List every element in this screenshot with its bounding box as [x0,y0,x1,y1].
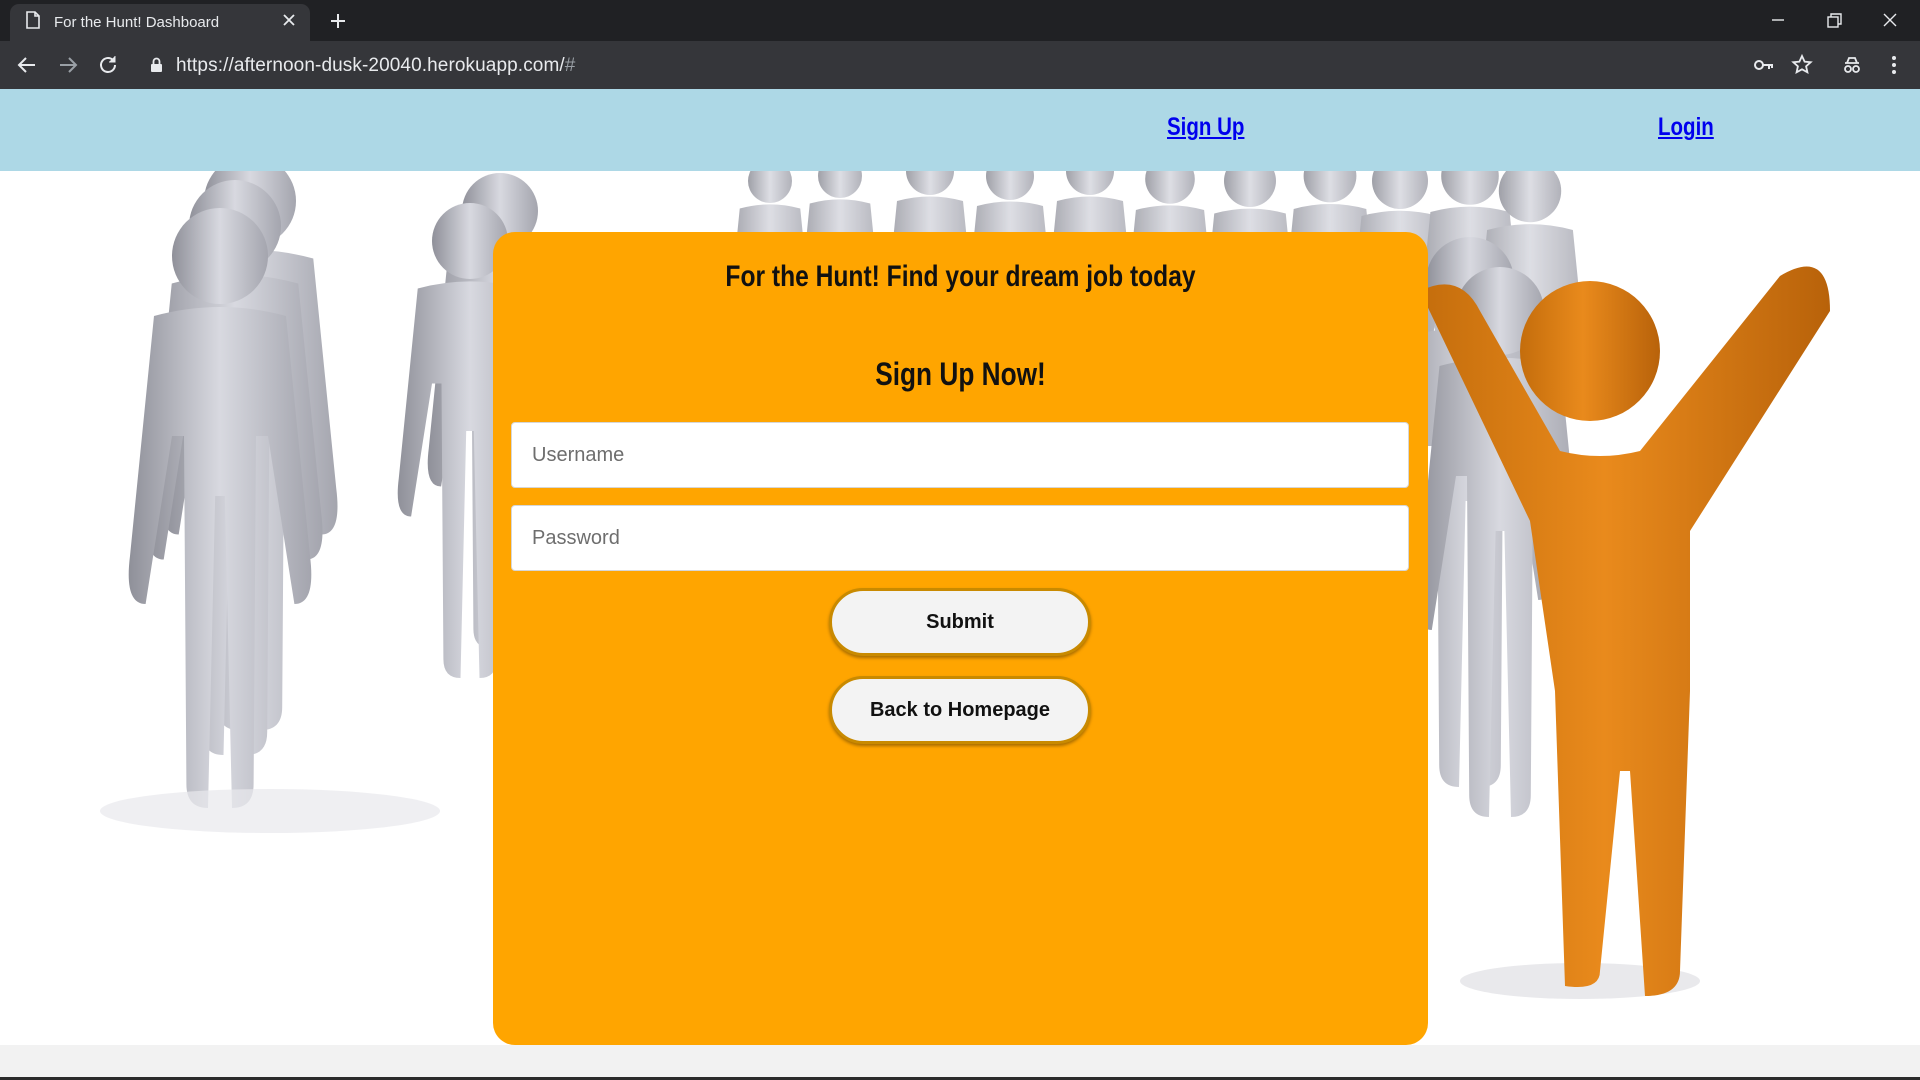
browser-tab[interactable]: For the Hunt! Dashboard [10,4,310,41]
url-main: https://afternoon-dusk-20040.herokuapp.c… [176,55,565,76]
signup-heading: Sign Up Now! [875,356,1046,392]
username-input[interactable] [511,422,1409,488]
key-icon[interactable] [1752,53,1776,77]
signup-link[interactable]: Sign Up [1167,113,1244,142]
browser-toolbar: https://afternoon-dusk-20040.herokuapp.c… [0,41,1920,89]
site-header: Sign Up Login [0,89,1920,171]
card-title: For the Hunt! Find your dream job today [725,260,1196,293]
page-footer-area [0,1045,1920,1080]
url-hash: # [564,55,576,76]
tab-title: For the Hunt! Dashboard [54,14,220,31]
url-text: https://afternoon-dusk-20040.herokuapp.c… [176,55,575,77]
password-input[interactable] [511,505,1409,571]
incognito-extension-icon[interactable] [1840,53,1864,77]
page-content: Sign Up Login For the Hunt! Find your dr… [0,89,1920,1080]
browser-tab-bar: For the Hunt! Dashboard [0,0,1920,41]
back-to-homepage-button[interactable]: Back to Homepage [829,676,1091,744]
page-icon [26,11,40,34]
forward-arrow-icon[interactable] [56,53,80,77]
more-menu-icon[interactable] [1882,53,1906,77]
restore-icon[interactable] [1820,8,1848,34]
close-icon[interactable] [282,13,296,32]
lock-icon [150,57,163,78]
plus-icon[interactable] [324,8,352,34]
signup-card: For the Hunt! Find your dream job today … [493,232,1428,1045]
submit-button[interactable]: Submit [829,588,1091,656]
star-icon[interactable] [1790,53,1814,77]
back-arrow-icon[interactable] [15,53,39,77]
login-link[interactable]: Login [1658,113,1714,142]
minimize-icon[interactable] [1764,8,1792,34]
reload-icon[interactable] [96,53,120,77]
close-window-icon[interactable] [1876,8,1904,34]
address-bar[interactable]: https://afternoon-dusk-20040.herokuapp.c… [140,47,1744,83]
